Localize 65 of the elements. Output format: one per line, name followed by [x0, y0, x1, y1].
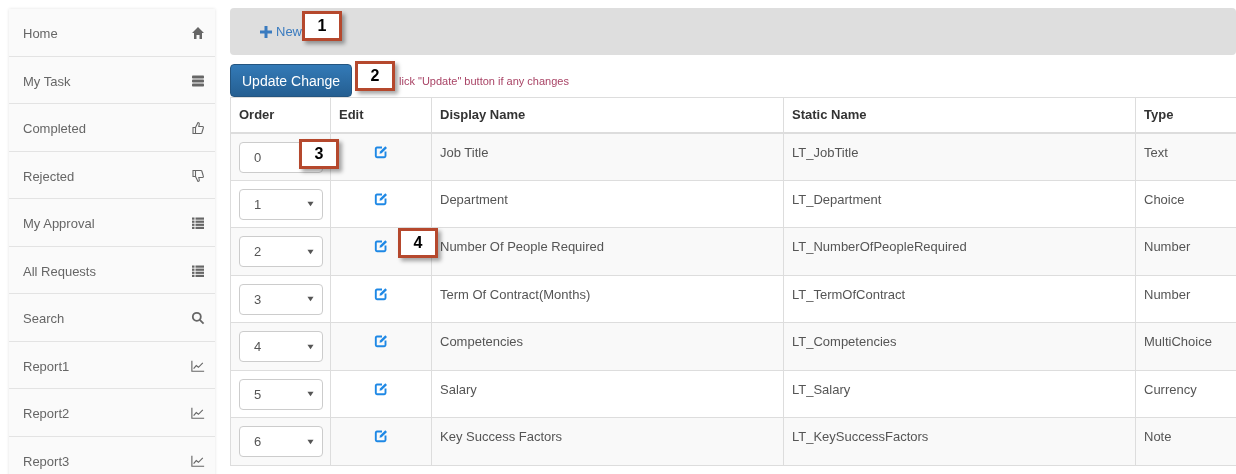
line-chart-icon: [191, 453, 205, 468]
table-cell: Job Title: [431, 132, 784, 180]
table-cell: LT_Department: [783, 180, 1136, 228]
thumbs-up-icon: [191, 121, 205, 135]
caret-icon: [307, 248, 314, 255]
table-cell: Term Of Contract(Months): [431, 275, 784, 323]
update-change-button[interactable]: Update Change: [230, 64, 353, 97]
caret-icon: [307, 201, 314, 207]
caret-icon: [307, 438, 314, 445]
hint-text: lick "Update" button if any changes: [399, 74, 569, 87]
home-icon: [191, 26, 205, 40]
order-dropdown[interactable]: 2: [239, 236, 323, 267]
line-chart-icon: [191, 358, 205, 373]
callout-tooltip: 3: [299, 139, 339, 169]
table-cell: Key Success Factors: [431, 417, 784, 465]
order-dropdown[interactable]: 3: [239, 283, 323, 315]
plus-icon: [260, 25, 272, 38]
sidebar-item[interactable]: Rejected: [9, 151, 215, 199]
column-header: Edit: [330, 97, 432, 133]
sidebar-item[interactable]: My Approval: [9, 199, 215, 247]
edit-icon[interactable]: [374, 239, 388, 253]
sidebar-item[interactable]: Search: [9, 294, 215, 342]
caret-icon: [307, 296, 314, 302]
edit-icon[interactable]: [374, 286, 388, 301]
table-cell: Salary: [431, 370, 784, 418]
edit-icon[interactable]: [374, 429, 388, 443]
edit-icon[interactable]: [374, 191, 388, 206]
table-cell: LT_Salary: [783, 370, 1136, 418]
order-dropdown[interactable]: 5: [239, 378, 323, 410]
table-cell: Department: [431, 180, 784, 228]
callout-tooltip: 2: [355, 61, 395, 91]
sidebar-item[interactable]: Home: [9, 9, 215, 57]
column-header: Order: [230, 97, 331, 133]
column-header: Display Name: [431, 97, 784, 133]
sidebar-item[interactable]: Report1: [9, 341, 215, 389]
new-button[interactable]: New: [258, 20, 304, 43]
callout-tooltip: 4: [398, 228, 438, 258]
sidebar-item[interactable]: My Task: [9, 56, 215, 104]
table-cell: LT_KeySuccessFactors: [783, 417, 1136, 465]
thumbs-down-icon: [191, 168, 205, 183]
caret-icon: [307, 343, 314, 350]
list-icon: [191, 263, 205, 278]
table-cell: LT_Competencies: [783, 322, 1136, 370]
list-icon: [191, 216, 205, 230]
search-icon: [191, 311, 205, 325]
edit-icon[interactable]: [374, 381, 388, 396]
table-cell: LT_TermOfContract: [783, 275, 1136, 323]
order-dropdown[interactable]: 1: [239, 188, 323, 220]
table-cell: Competencies: [431, 322, 784, 370]
edit-icon[interactable]: [374, 334, 388, 348]
table-cell: LT_JobTitle: [783, 132, 1136, 180]
table-cell: LT_NumberOfPeopleRequired: [783, 227, 1136, 275]
sidebar-item[interactable]: All Requests: [9, 246, 215, 294]
line-chart-icon: [191, 406, 205, 420]
sidebar-item[interactable]: Report2: [9, 389, 215, 437]
edit-icon[interactable]: [374, 144, 388, 159]
order-dropdown[interactable]: 4: [239, 331, 323, 362]
callout-tooltip: 1: [302, 11, 342, 41]
column-header: Static Name: [783, 97, 1136, 133]
caret-icon: [307, 391, 314, 397]
column-header: Type: [1135, 97, 1236, 133]
server-icon: [191, 73, 205, 88]
order-dropdown[interactable]: 6: [239, 426, 323, 457]
sidebar-item[interactable]: Report3: [9, 436, 215, 474]
sidebar-item[interactable]: Completed: [9, 104, 215, 152]
